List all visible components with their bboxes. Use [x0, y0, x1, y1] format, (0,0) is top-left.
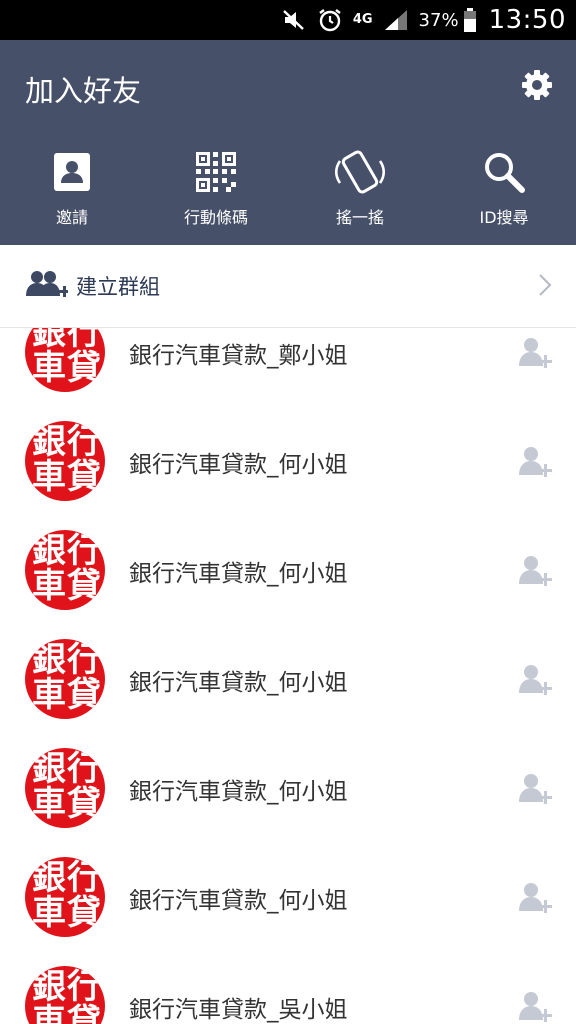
- shake-phone-icon: [332, 150, 388, 194]
- contacts-icon: [53, 150, 91, 194]
- avatar-char: 行: [67, 422, 101, 462]
- contact-name: 銀行汽車貸款_何小姐: [129, 561, 348, 587]
- avatar-char: 車: [32, 784, 66, 824]
- avatar-char: 貸: [67, 893, 101, 933]
- settings-button[interactable]: [520, 68, 554, 102]
- create-group-row[interactable]: 建立群組: [0, 245, 576, 328]
- avatar-char: 銀: [32, 749, 66, 789]
- avatar: 銀 行 車 貸: [25, 328, 105, 392]
- tool-invite[interactable]: 邀請: [0, 150, 144, 230]
- contact-name: 銀行汽車貸款_吳小姐: [129, 997, 348, 1023]
- alarm-icon: [317, 7, 343, 33]
- tool-label: 邀請: [55, 208, 88, 227]
- create-group-label: 建立群組: [76, 275, 160, 299]
- avatar-char: 銀: [32, 640, 66, 680]
- add-friend-tools: 邀請 行動條碼 搖一搖 ID搜尋: [0, 150, 576, 230]
- gear-icon: [522, 70, 552, 100]
- battery-icon: [463, 8, 477, 32]
- add-friend-icon: [519, 992, 552, 1022]
- tool-shake[interactable]: 搖一搖: [288, 150, 432, 230]
- avatar-char: 車: [32, 457, 66, 497]
- avatar-char: 貸: [67, 457, 101, 497]
- header: 加入好友 邀請 行動條碼 搖一搖 ID搜尋: [0, 40, 576, 245]
- add-friend-button[interactable]: [518, 990, 552, 1024]
- list-item[interactable]: 銀 行 車 貸 銀行汽車貸款_何小姐: [0, 734, 576, 843]
- avatar-char: 行: [67, 531, 101, 571]
- add-friend-icon: [519, 665, 552, 695]
- avatar-char: 車: [32, 566, 66, 606]
- avatar-char: 行: [67, 640, 101, 680]
- add-friend-button[interactable]: [518, 445, 552, 479]
- search-results-list[interactable]: 銀 行 車 貸 銀行汽車貸款_鄭小姐 銀 行 車 貸 銀行汽車貸款_何小姐 銀 …: [0, 328, 576, 1024]
- avatar-char: 銀: [32, 967, 66, 1007]
- list-item[interactable]: 銀 行 車 貸 銀行汽車貸款_何小姐: [0, 516, 576, 625]
- list-item[interactable]: 銀 行 車 貸 銀行汽車貸款_鄭小姐: [0, 328, 576, 407]
- add-friend-button[interactable]: [518, 554, 552, 588]
- status-icons: 4G 37% 13:50: [271, 0, 566, 40]
- status-bar: 4G 37% 13:50: [0, 0, 576, 40]
- add-friend-button[interactable]: [518, 336, 552, 370]
- avatar-char: 銀: [32, 531, 66, 571]
- avatar-char: 貸: [67, 348, 101, 388]
- signal-icon: [383, 8, 409, 32]
- network-type: 4G: [352, 12, 373, 27]
- avatar: 銀 行 車 貸: [25, 639, 105, 719]
- avatar-char: 貸: [67, 566, 101, 606]
- avatar-char: 貸: [67, 784, 101, 824]
- list-item[interactable]: 銀 行 車 貸 銀行汽車貸款_何小姐: [0, 843, 576, 952]
- tool-label: 行動條碼: [183, 208, 248, 227]
- avatar-char: 車: [32, 675, 66, 715]
- add-friend-icon: [519, 338, 552, 368]
- avatar-char: 車: [32, 1002, 66, 1024]
- avatar: 銀 行 車 貸: [25, 857, 105, 937]
- add-friend-icon: [519, 447, 552, 477]
- avatar: 銀 行 車 貸: [25, 530, 105, 610]
- contact-name: 銀行汽車貸款_鄭小姐: [129, 343, 348, 369]
- avatar-char: 銀: [32, 422, 66, 462]
- clock: 13:50: [488, 5, 566, 35]
- avatar-char: 行: [67, 749, 101, 789]
- avatar-char: 貸: [67, 1002, 101, 1024]
- avatar-char: 車: [32, 893, 66, 933]
- contact-name: 銀行汽車貸款_何小姐: [129, 779, 348, 805]
- tool-label: 搖一搖: [335, 208, 384, 227]
- avatar-char: 行: [67, 858, 101, 898]
- add-friend-button[interactable]: [518, 881, 552, 915]
- avatar-char: 行: [67, 967, 101, 1007]
- list-item[interactable]: 銀 行 車 貸 銀行汽車貸款_吳小姐: [0, 952, 576, 1024]
- tool-label: ID搜尋: [479, 208, 529, 227]
- avatar: 銀 行 車 貸: [25, 748, 105, 828]
- contact-name: 銀行汽車貸款_何小姐: [129, 888, 348, 914]
- chevron-right-icon: [539, 274, 552, 296]
- add-friend-icon: [519, 883, 552, 913]
- avatar-char: 銀: [32, 858, 66, 898]
- battery-percent: 37%: [418, 9, 459, 31]
- add-friend-icon: [519, 556, 552, 586]
- avatar: 銀 行 車 貸: [25, 421, 105, 501]
- avatar: 銀 行 車 貸: [25, 966, 105, 1024]
- avatar-char: 貸: [67, 675, 101, 715]
- add-friend-button[interactable]: [518, 663, 552, 697]
- add-group-icon: [26, 271, 68, 297]
- list-item[interactable]: 銀 行 車 貸 銀行汽車貸款_何小姐: [0, 407, 576, 516]
- tool-id-search[interactable]: ID搜尋: [432, 150, 576, 230]
- tool-qr-code[interactable]: 行動條碼: [144, 150, 288, 230]
- avatar-char: 車: [32, 348, 66, 388]
- add-friend-button[interactable]: [518, 772, 552, 806]
- page-title: 加入好友: [25, 74, 142, 108]
- add-friend-icon: [519, 774, 552, 804]
- mute-icon: [281, 8, 307, 32]
- contact-name: 銀行汽車貸款_何小姐: [129, 670, 348, 696]
- search-icon: [483, 150, 525, 194]
- qr-code-icon: [196, 150, 236, 194]
- contact-name: 銀行汽車貸款_何小姐: [129, 452, 348, 478]
- list-item[interactable]: 銀 行 車 貸 銀行汽車貸款_何小姐: [0, 625, 576, 734]
